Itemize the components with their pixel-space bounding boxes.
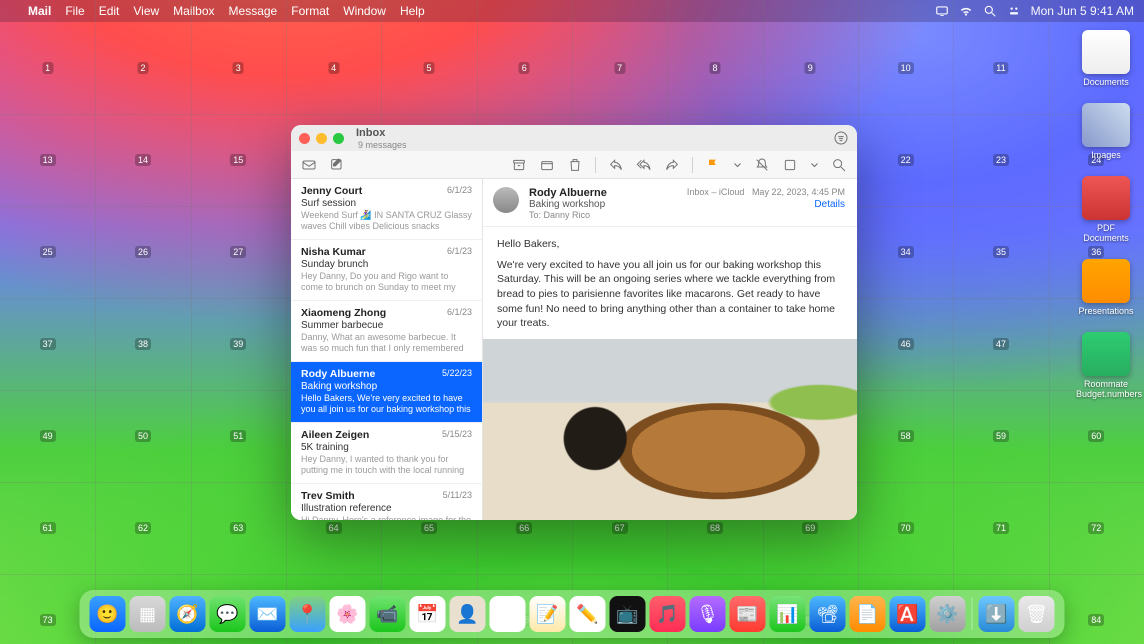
menu-help[interactable]: Help	[400, 4, 425, 18]
dock-maps[interactable]: 📍	[290, 596, 326, 632]
reader-to: To: Danny Rico	[529, 210, 845, 220]
mailbox-count: 9 messages	[358, 140, 407, 150]
dock-music[interactable]: 🎵	[650, 596, 686, 632]
dock-launchpad[interactable]: ▦	[130, 596, 166, 632]
menu-format[interactable]: Format	[291, 4, 329, 18]
message-row[interactable]: Jenny Court6/1/23Surf sessionWeekend Sur…	[291, 179, 482, 240]
dock-photos[interactable]: 🌸	[330, 596, 366, 632]
dock-news[interactable]: 📰	[730, 596, 766, 632]
dock-downloads[interactable]: ⬇️	[979, 596, 1015, 632]
trash-icon[interactable]	[567, 157, 583, 173]
menu-message[interactable]: Message	[229, 4, 278, 18]
search-toolbar-icon[interactable]	[831, 157, 847, 173]
menu-mailbox[interactable]: Mailbox	[173, 4, 214, 18]
reader-body: Hello Bakers, We're very excited to have…	[483, 227, 857, 331]
message-row[interactable]: Aileen Zeigen5/15/235K trainingHey Danny…	[291, 423, 482, 484]
dock-settings[interactable]: ⚙️	[930, 596, 966, 632]
mail-window: Inbox 9 messages Jenny C	[291, 125, 857, 520]
dock-messages[interactable]: 💬	[210, 596, 246, 632]
flag-chevron-icon[interactable]	[733, 157, 742, 173]
window-close-button[interactable]	[299, 133, 310, 144]
dock-calendar[interactable]: 📅	[410, 596, 446, 632]
flag-icon[interactable]	[705, 157, 721, 173]
dock-podcasts[interactable]: 🎙	[690, 596, 726, 632]
dock-safari[interactable]: 🧭	[170, 596, 206, 632]
new-window-chevron-icon[interactable]	[810, 157, 819, 173]
reader-image-attachment	[483, 339, 857, 520]
control-center-icon[interactable]	[1007, 4, 1021, 18]
menu-file[interactable]: File	[65, 4, 84, 18]
menubar-app[interactable]: Mail	[28, 4, 51, 18]
reader-header: Rody Albuerne Baking workshop To: Danny …	[483, 179, 857, 227]
message-row[interactable]: Trev Smith5/11/23Illustration referenceH…	[291, 484, 482, 520]
dock-appstore[interactable]: 🅰️	[890, 596, 926, 632]
dock-reminders[interactable]: ▤	[490, 596, 526, 632]
forward-icon[interactable]	[664, 157, 680, 173]
dock-keynote[interactable]: 📽	[810, 596, 846, 632]
dock-notes[interactable]: 📝	[530, 596, 566, 632]
dock-tv[interactable]: 📺	[610, 596, 646, 632]
search-icon[interactable]	[983, 4, 997, 18]
dock-finder[interactable]: 🙂	[90, 596, 126, 632]
menu-window[interactable]: Window	[343, 4, 386, 18]
dock-mail[interactable]: ✉️	[250, 596, 286, 632]
menu-edit[interactable]: Edit	[99, 4, 120, 18]
desktop-images[interactable]: Images	[1076, 103, 1136, 160]
reply-icon[interactable]	[608, 157, 624, 173]
message-list[interactable]: Jenny Court6/1/23Surf sessionWeekend Sur…	[291, 179, 483, 520]
mute-icon[interactable]	[754, 157, 770, 173]
reader-mailbox: Inbox – iCloud	[687, 187, 745, 197]
new-window-icon[interactable]	[782, 157, 798, 173]
dock-facetime[interactable]: 📹	[370, 596, 406, 632]
message-row[interactable]: Xiaomeng Zhong6/1/23Summer barbecueDanny…	[291, 301, 482, 362]
dock-trash[interactable]: 🗑	[1019, 596, 1055, 632]
titlebar: Inbox 9 messages	[291, 125, 857, 151]
desktop-pdf-documents[interactable]: PDF Documents	[1076, 176, 1136, 243]
menubar-status: Mon Jun 5 9:41 AM	[935, 4, 1134, 18]
dock-freeform[interactable]: ✏️	[570, 596, 606, 632]
menubar: Mail File Edit View Mailbox Message Format Win…	[0, 0, 1144, 22]
envelope-icon[interactable]	[301, 157, 317, 173]
compose-icon[interactable]	[329, 157, 345, 173]
desktop-icons: Documents Images PDF Documents Presentation…	[1076, 30, 1136, 399]
move-icon[interactable]	[539, 157, 555, 173]
message-row[interactable]: Rody Albuerne5/22/23Baking workshopHello…	[291, 362, 482, 423]
display-icon[interactable]	[935, 4, 949, 18]
menu-view[interactable]: View	[133, 4, 159, 18]
desktop-roommate-budget-numbers[interactable]: Roommate Budget.numbers	[1076, 332, 1136, 399]
dock: 🙂▦🧭💬✉️📍🌸📹📅👤▤📝✏️📺🎵🎙📰📊📽📄🅰️⚙️ ⬇️🗑	[80, 590, 1065, 638]
reader-timestamp: May 22, 2023, 4:45 PM	[752, 187, 845, 197]
message-reader: Rody Albuerne Baking workshop To: Danny …	[483, 179, 857, 520]
mail-toolbar	[291, 151, 857, 179]
message-row[interactable]: Nisha Kumar6/1/23Sunday brunchHey Danny,…	[291, 240, 482, 301]
desktop-documents[interactable]: Documents	[1076, 30, 1136, 87]
window-zoom-button[interactable]	[333, 133, 344, 144]
reply-all-icon[interactable]	[636, 157, 652, 173]
filter-icon[interactable]	[833, 130, 849, 146]
window-minimize-button[interactable]	[316, 133, 327, 144]
mailbox-title: Inbox	[356, 127, 407, 139]
dock-numbers[interactable]: 📊	[770, 596, 806, 632]
archive-icon[interactable]	[511, 157, 527, 173]
desktop-presentations[interactable]: Presentations	[1076, 259, 1136, 316]
dock-separator	[972, 598, 973, 630]
menubar-clock[interactable]: Mon Jun 5 9:41 AM	[1031, 4, 1134, 18]
wifi-icon[interactable]	[959, 4, 973, 18]
dock-pages[interactable]: 📄	[850, 596, 886, 632]
reader-details-link[interactable]: Details	[687, 199, 845, 210]
dock-contacts[interactable]: 👤	[450, 596, 486, 632]
sender-avatar	[493, 187, 519, 213]
